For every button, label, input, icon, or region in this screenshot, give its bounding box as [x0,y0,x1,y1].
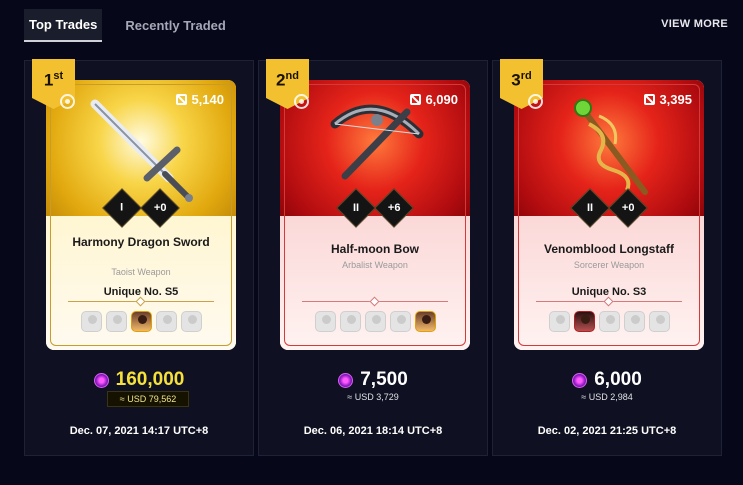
item-class: Taoist Weapon [111,267,171,277]
owner-history [46,311,236,332]
collector-count: 3,395 [644,92,692,107]
item-name: Harmony Dragon Sword [72,235,210,249]
owner-history [280,311,470,332]
trade-panel[interactable]: 3rd 3,395 II +0 Venomblood Longstaff Sor… [492,59,722,456]
draco-coin-icon [572,372,588,388]
divider [536,301,682,302]
avatar[interactable] [389,311,411,332]
crossbow-icon [330,104,424,180]
avatar[interactable] [623,311,645,332]
owner-history [514,311,704,332]
trade-tabs: Top Trades Recently Traded [24,8,249,42]
tier-badge: I [102,188,142,228]
avatar[interactable] [339,311,361,332]
avatar[interactable] [414,311,436,332]
avatar[interactable] [105,311,127,332]
target-icon [294,94,309,109]
usd-price: ≈ USD 79,562 [107,391,189,407]
avatar[interactable] [598,311,620,332]
price-row: 160,000 [25,369,253,391]
avatar[interactable] [548,311,570,332]
usd-price: ≈ USD 2,984 [581,392,633,402]
price-row: 7,500 [259,369,487,391]
item-card[interactable]: 6,090 II +6 Half-moon Bow Arbalist Weapo… [280,80,470,350]
item-card[interactable]: 5,140 I +0 Harmony Dragon Sword Taoist W… [46,80,236,350]
collector-icon [176,94,188,105]
enhance-badge: +0 [140,188,180,228]
item-stats: II +0 [514,188,704,228]
avatar[interactable] [573,311,595,332]
item-stats: II +6 [280,188,470,228]
tier-badge: II [336,188,376,228]
collector-count: 5,140 [176,92,224,107]
enhance-badge: +6 [374,188,414,228]
trade-date: Dec. 02, 2021 21:25 UTC+8 [537,425,677,437]
target-icon [60,94,75,109]
price-row: 6,000 [493,369,721,391]
item-name: Half-moon Bow [331,242,419,256]
avatar[interactable] [648,311,670,332]
trade-date: Dec. 07, 2021 14:17 UTC+8 [69,425,209,437]
usd-price: ≈ USD 3,729 [347,392,399,402]
tab-recently-traded[interactable]: Recently Traded [120,10,230,41]
divider [302,301,448,302]
trade-panel[interactable]: 2nd 6,090 II +6 Half-moon Bow Arbalist W… [258,59,488,456]
target-icon [528,94,543,109]
trade-panel[interactable]: 1st 5,140 I +0 Harmony Dragon Sword Taoi… [24,59,254,456]
view-more-link[interactable]: VIEW MORE [661,18,728,30]
avatar[interactable] [180,311,202,332]
trade-date: Dec. 06, 2021 18:14 UTC+8 [303,425,443,437]
price: 6,000 [594,369,642,390]
draco-coin-icon [338,372,354,388]
tab-top-trades[interactable]: Top Trades [24,8,103,42]
divider [68,301,214,302]
item-name: Venomblood Longstaff [544,242,674,256]
draco-coin-icon [93,372,109,388]
avatar[interactable] [314,311,336,332]
collector-icon [644,94,656,105]
item-card[interactable]: 3,395 II +0 Venomblood Longstaff Sorcere… [514,80,704,350]
collector-count: 6,090 [410,92,458,107]
item-stats: I +0 [46,188,236,228]
item-class: Sorcerer Weapon [573,260,645,270]
item-class: Arbalist Weapon [342,260,408,270]
avatar[interactable] [155,311,177,332]
avatar[interactable] [130,311,152,332]
staff-icon [574,99,648,195]
enhance-badge: +0 [608,188,648,228]
collector-icon [410,94,422,105]
price: 7,500 [360,369,408,390]
tier-badge: II [570,188,610,228]
price: 160,000 [115,369,185,390]
avatar[interactable] [364,311,386,332]
sword-icon [90,99,193,202]
avatar[interactable] [80,311,102,332]
